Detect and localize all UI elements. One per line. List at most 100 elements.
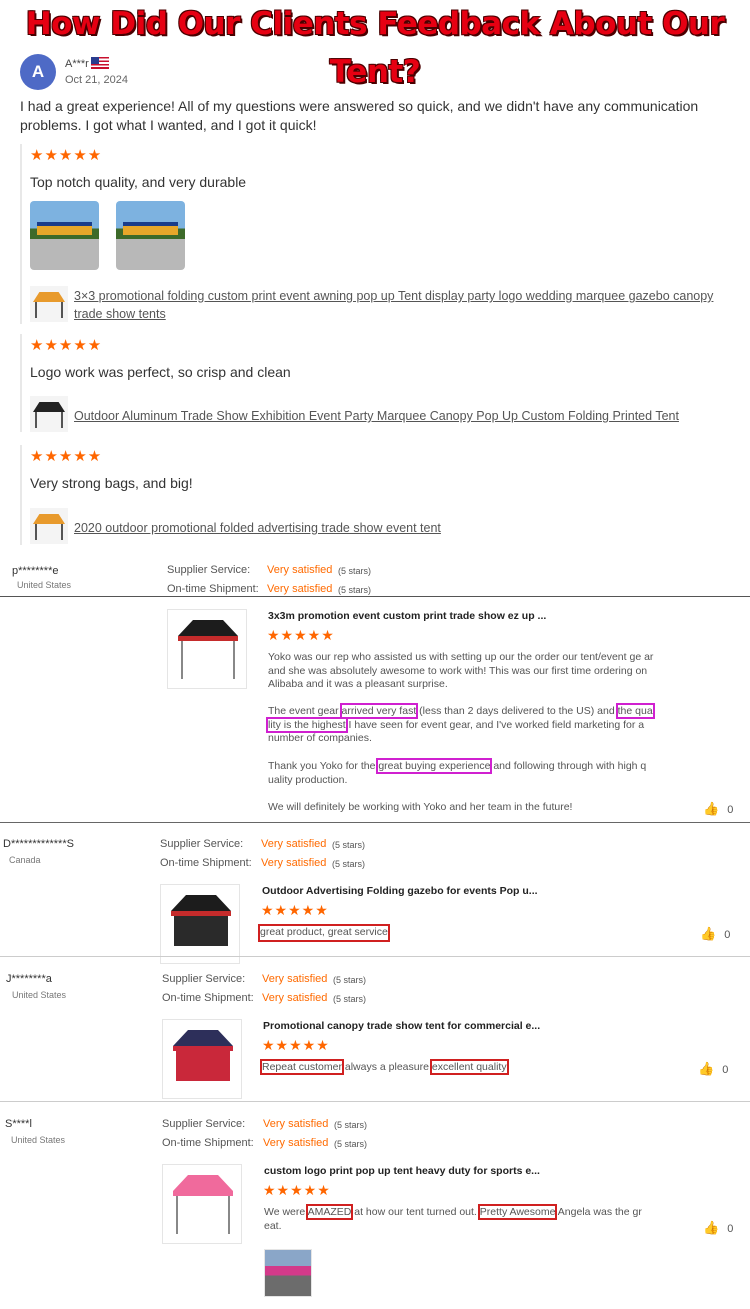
review-text-segment: Thank you Yoko for the [268,760,379,772]
review-photo[interactable] [30,201,99,270]
review-text: We were AMAZED at how our tent turned ou… [264,1204,659,1233]
supplier-service-stars: (5 stars) [334,1120,368,1130]
thumbs-up-icon: 👍 [703,1220,720,1235]
shipment-stars: (5 stars) [338,585,372,595]
reviewer-country: United States [17,580,72,590]
star-rating: ★★★★★ [263,1182,331,1198]
supplier-service-stars: (5 stars) [332,840,366,850]
us-flag-icon [90,57,109,69]
review-text: Repeat customer always a pleasure excell… [260,1059,509,1075]
like-button[interactable]: 👍 0 [698,1061,728,1077]
highlight-repeat-customer: Repeat customer [260,1059,344,1075]
thumbs-up-icon: 👍 [703,801,720,816]
product-review-text: Top notch quality, and very durable [30,174,247,190]
shipment-label: On-time Shipment: [160,857,252,869]
product-thumbnail-icon[interactable] [30,396,68,432]
product-link[interactable]: 3×3 promotional folding custom print eve… [74,287,714,323]
product-image[interactable] [162,1164,242,1244]
reviewer-name: D*************S [3,838,74,850]
supplier-service-rating: Very satisfied [263,1118,329,1130]
review-text-segment: (less than 2 days delivered to the US) a… [416,705,618,717]
highlight-excellent-quality: excellent quality [429,1059,509,1075]
review-text-segment: We were [264,1206,308,1218]
product-review: ★★★★★ Very strong bags, and big! 2020 ou… [20,445,720,545]
product-link[interactable]: Outdoor Aluminum Trade Show Exhibition E… [74,407,714,425]
supplier-service-rating: Very satisfied [267,564,333,576]
star-rating: ★★★★★ [267,627,335,643]
like-count: 0 [724,929,731,941]
product-link[interactable]: 2020 outdoor promotional folded advertis… [74,519,714,537]
reviewer-name: S****l [5,1118,32,1130]
star-rating: ★★★★★ [262,1037,330,1053]
product-review-text: Logo work was perfect, so crisp and clea… [30,364,291,380]
product-image[interactable] [162,1019,242,1099]
product-review-text: Very strong bags, and big! [30,475,193,491]
highlight-arrived-fast: arrived very fast [339,703,419,719]
review-text: Thank you Yoko for the great buying expe… [268,758,660,787]
highlight-great-product: great product, great service [258,924,390,942]
star-rating: ★★★★★ [30,448,103,465]
review-text-segment: at how our tent turned out. [351,1206,480,1218]
like-button[interactable]: 👍 0 [700,926,730,942]
supplier-service-label: Supplier Service: [167,564,251,576]
review-text: We will definitely be working with Yoko … [268,801,573,813]
reviewer-country: Canada [9,855,41,865]
like-button[interactable]: 👍 0 [703,1220,733,1236]
supplier-service-label: Supplier Service: [162,1118,246,1130]
avatar: A [20,54,56,90]
supplier-service-stars: (5 stars) [338,566,372,576]
product-thumbnail-icon[interactable] [30,508,68,544]
supplier-service-stars: (5 stars) [333,975,367,985]
star-rating: ★★★★★ [30,337,103,354]
reviewer-name: p********e [12,565,59,577]
reviewer-name: A***r [65,57,109,70]
supplier-service-rating: Very satisfied [261,838,327,850]
supplier-service-label: Supplier Service: [160,838,244,850]
thumbs-up-icon: 👍 [700,926,717,941]
product-title[interactable]: Promotional canopy trade show tent for c… [263,1020,540,1032]
product-title[interactable]: custom logo print pop up tent heavy duty… [264,1165,540,1177]
reviewer-country: United States [11,1135,66,1145]
highlight-pretty-awesome: Pretty Awesome [477,1204,558,1220]
review-text: The event gear arrived very fast (less t… [266,703,660,746]
shipment-label: On-time Shipment: [167,583,259,595]
like-count: 0 [727,1223,734,1235]
star-rating: ★★★★★ [261,902,329,918]
shipment-label: On-time Shipment: [162,1137,254,1149]
shipment-rating: Very satisfied [262,992,328,1004]
shipment-rating: Very satisfied [261,857,327,869]
shipment-label: On-time Shipment: [162,992,254,1004]
reviewer-name-text: A***r [65,58,89,70]
shipment-stars: (5 stars) [334,1139,368,1149]
thumbs-up-icon: 👍 [698,1061,715,1076]
product-title[interactable]: 3x3m promotion event custom print trade … [268,610,546,622]
product-title[interactable]: Outdoor Advertising Folding gazebo for e… [262,885,538,897]
review-date: Oct 21, 2024 [65,74,128,86]
reviewer-name: J********a [6,973,52,985]
divider [0,596,750,597]
product-thumbnail-icon[interactable] [30,286,68,322]
product-image[interactable] [160,884,240,964]
review-photo[interactable] [264,1249,312,1297]
highlight-amazed: AMAZED [305,1204,354,1220]
supplier-service-label: Supplier Service: [162,973,246,985]
shipment-rating: Very satisfied [263,1137,329,1149]
shipment-stars: (5 stars) [333,994,367,1004]
shipment-rating: Very satisfied [267,583,333,595]
like-count: 0 [722,1064,729,1076]
review-text: Yoko was our rep who assisted us with se… [268,651,654,690]
page-banner-title: How Did Our Clients Feedback About Our T… [25,6,725,90]
product-image[interactable] [167,609,247,689]
shipment-stars: (5 stars) [332,859,366,869]
review-text: I had a great experience! All of my ques… [20,98,699,133]
like-button[interactable]: 👍 0 [703,801,733,817]
highlight-buying-experience: great buying experience [376,758,493,774]
divider [0,1101,750,1102]
review-text-segment: always a pleasure [341,1061,432,1073]
product-review: ★★★★★ Top notch quality, and very durabl… [20,144,720,324]
reviewer-country: United States [12,990,67,1000]
review-photo[interactable] [116,201,185,270]
star-rating: ★★★★★ [30,147,103,164]
review-text-segment: The event gear [268,705,342,717]
divider [0,822,750,823]
